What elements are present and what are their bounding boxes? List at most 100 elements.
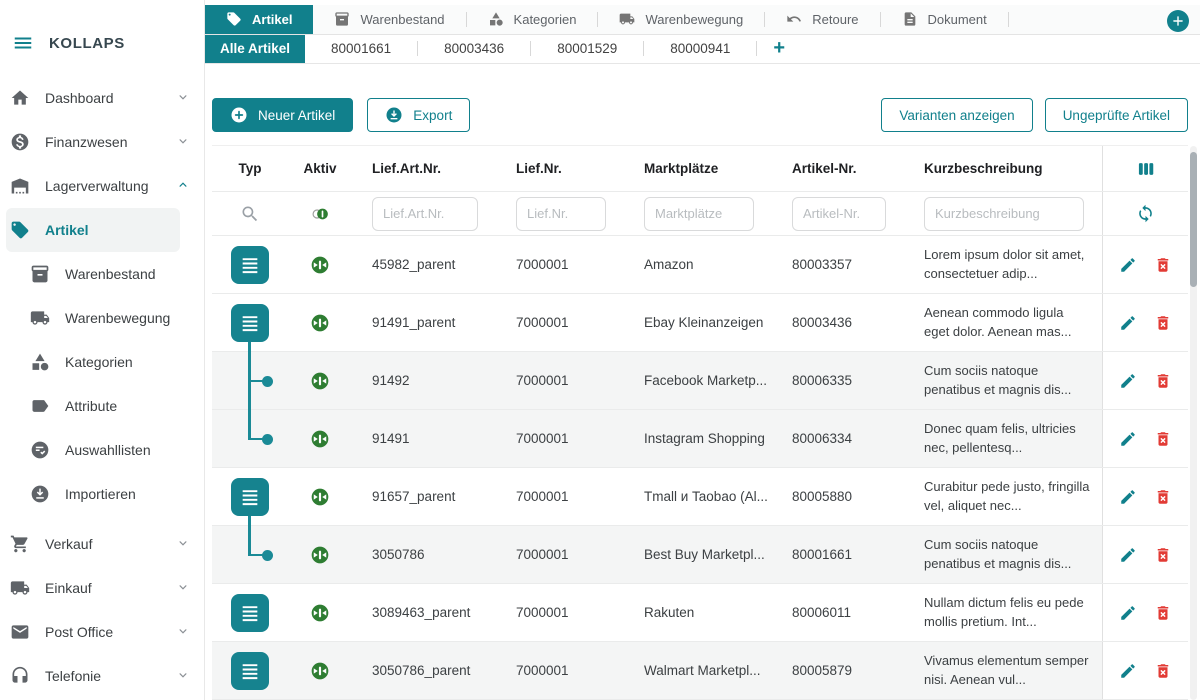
- sidebar-item-label: Finanzwesen: [45, 134, 161, 150]
- sidebar-item-label: Lagerverwaltung: [45, 178, 161, 194]
- new-article-button[interactable]: Neuer Artikel: [212, 98, 353, 132]
- edit-icon[interactable]: [1119, 604, 1137, 622]
- lief-art-nr-value: 3050786_parent: [352, 663, 496, 678]
- delete-icon[interactable]: [1154, 430, 1172, 448]
- tree-connector-dot: [262, 434, 273, 445]
- delete-icon[interactable]: [1154, 256, 1172, 274]
- delete-icon[interactable]: [1154, 314, 1172, 332]
- artikel-nr-filter-input[interactable]: [792, 197, 886, 231]
- edit-icon[interactable]: [1119, 662, 1137, 680]
- subtab-article-3[interactable]: 80001529: [531, 35, 643, 63]
- vertical-scrollbar-track[interactable]: [1190, 146, 1197, 700]
- edit-icon[interactable]: [1119, 372, 1137, 390]
- hamburger-menu-icon[interactable]: [12, 32, 34, 54]
- sidebar-item-label: Dashboard: [45, 90, 161, 106]
- kurzbeschreibung-value: Nullam dictum felis eu pede mollis preti…: [904, 594, 1102, 632]
- sidebar-item-auswahllisten[interactable]: Auswahllisten: [0, 428, 204, 472]
- sidebar-item-post-office[interactable]: Post Office: [0, 610, 204, 654]
- unchecked-articles-button[interactable]: Ungeprüfte Artikel: [1045, 98, 1188, 132]
- edit-icon[interactable]: [1119, 488, 1137, 506]
- table-row-child: 91491 7000001 Instagram Shopping 8000633…: [212, 410, 1188, 468]
- lief-art-nr-filter-input[interactable]: [372, 197, 478, 231]
- export-button[interactable]: Export: [367, 98, 470, 132]
- subtab-article-2[interactable]: 80003436: [418, 35, 530, 63]
- add-circle-icon: [230, 106, 248, 124]
- tab-kategorien[interactable]: Kategorien: [467, 5, 598, 34]
- active-status-icon[interactable]: [310, 603, 330, 623]
- sidebar-item-lagerverwaltung[interactable]: Lagerverwaltung: [0, 164, 204, 208]
- marktplatz-value: Instagram Shopping: [624, 431, 772, 446]
- article-type-button[interactable]: [231, 246, 269, 284]
- view-columns-icon[interactable]: [1136, 159, 1156, 179]
- active-status-icon[interactable]: [310, 313, 330, 333]
- lief-art-nr-value: 45982_parent: [352, 257, 496, 272]
- tab-artikel[interactable]: Artikel: [205, 5, 313, 34]
- tag-icon: [226, 11, 242, 27]
- subtab-alle-artikel[interactable]: Alle Artikel: [205, 35, 305, 63]
- chevron-down-icon: [176, 90, 190, 107]
- kurzbeschreibung-value: Cum sociis natoque penatibus et magnis d…: [904, 536, 1102, 574]
- artikel-nr-value: 80001661: [772, 547, 904, 562]
- active-status-icon[interactable]: [310, 545, 330, 565]
- refresh-icon[interactable]: [1136, 204, 1155, 223]
- sidebar-item-finanzwesen[interactable]: Finanzwesen: [0, 120, 204, 164]
- sidebar-item-attribute[interactable]: Attribute: [0, 384, 204, 428]
- show-variants-button[interactable]: Varianten anzeigen: [881, 98, 1032, 132]
- sidebar-item-verkauf[interactable]: Verkauf: [0, 522, 204, 566]
- subtab-article-1[interactable]: 80001661: [305, 35, 417, 63]
- lief-nr-value: 7000001: [496, 257, 624, 272]
- active-status-icon[interactable]: [310, 661, 330, 681]
- sidebar-item-warenbestand[interactable]: Warenbestand: [0, 252, 204, 296]
- sidebar-item-artikel[interactable]: Artikel: [6, 208, 180, 252]
- kurzbeschreibung-value: Vivamus elementum semper nisi. Aenean vu…: [904, 652, 1102, 690]
- delete-icon[interactable]: [1154, 488, 1172, 506]
- delete-icon[interactable]: [1154, 546, 1172, 564]
- add-module-tab-button[interactable]: [1167, 10, 1189, 32]
- subtab-article-4[interactable]: 80000941: [644, 35, 756, 63]
- article-type-button[interactable]: [231, 652, 269, 690]
- active-status-icon[interactable]: [310, 255, 330, 275]
- sidebar-item-label: Kategorien: [65, 354, 190, 370]
- cart-icon: [10, 534, 30, 554]
- tab-warenbewegung[interactable]: Warenbewegung: [598, 5, 764, 34]
- tab-retoure[interactable]: Retoure: [765, 5, 879, 34]
- edit-icon[interactable]: [1119, 256, 1137, 274]
- active-status-icon[interactable]: [310, 371, 330, 391]
- aktiv-filter-icon[interactable]: [310, 204, 330, 224]
- delete-icon[interactable]: [1154, 372, 1172, 390]
- sidebar-item-warenbewegung[interactable]: Warenbewegung: [0, 296, 204, 340]
- active-status-icon[interactable]: [310, 487, 330, 507]
- article-type-button[interactable]: [231, 594, 269, 632]
- marktplaetze-filter-input[interactable]: [644, 197, 754, 231]
- subtab-label: 80001529: [557, 41, 617, 56]
- marktplatz-value: Ebay Kleinanzeigen: [624, 315, 772, 330]
- edit-icon[interactable]: [1119, 546, 1137, 564]
- label-icon: [30, 396, 50, 416]
- sidebar-item-dashboard[interactable]: Dashboard: [0, 76, 204, 120]
- add-article-tab-button[interactable]: +: [757, 35, 801, 63]
- vertical-scrollbar-thumb[interactable]: [1190, 152, 1197, 287]
- sidebar-item-einkauf[interactable]: Einkauf: [0, 566, 204, 610]
- delete-icon[interactable]: [1154, 604, 1172, 622]
- table-row-child: 3050786 7000001 Best Buy Marketpl... 800…: [212, 526, 1188, 584]
- delete-icon[interactable]: [1154, 662, 1172, 680]
- active-status-icon[interactable]: [310, 429, 330, 449]
- article-type-button[interactable]: [231, 478, 269, 516]
- truck-icon: [30, 308, 50, 328]
- tab-dokument[interactable]: Dokument: [881, 5, 1008, 34]
- plus-icon: +: [773, 37, 785, 60]
- edit-icon[interactable]: [1119, 314, 1137, 332]
- tab-warenbestand[interactable]: Warenbestand: [313, 5, 465, 34]
- sidebar-item-telefonie[interactable]: Telefonie: [0, 654, 204, 698]
- sidebar-item-importieren[interactable]: Importieren: [0, 472, 204, 516]
- edit-icon[interactable]: [1119, 430, 1137, 448]
- marktplatz-value: Amazon: [624, 257, 772, 272]
- lief-nr-filter-input[interactable]: [516, 197, 606, 231]
- kurzbeschreibung-filter-input[interactable]: [924, 197, 1084, 231]
- sidebar-item-kategorien[interactable]: Kategorien: [0, 340, 204, 384]
- brand-name: KOLLAPS: [49, 35, 125, 52]
- kurzbeschreibung-value: Curabitur pede justo, fringilla vel, ali…: [904, 478, 1102, 516]
- search-icon[interactable]: [240, 204, 260, 224]
- lief-art-nr-value: 3089463_parent: [352, 605, 496, 620]
- article-type-button[interactable]: [231, 304, 269, 342]
